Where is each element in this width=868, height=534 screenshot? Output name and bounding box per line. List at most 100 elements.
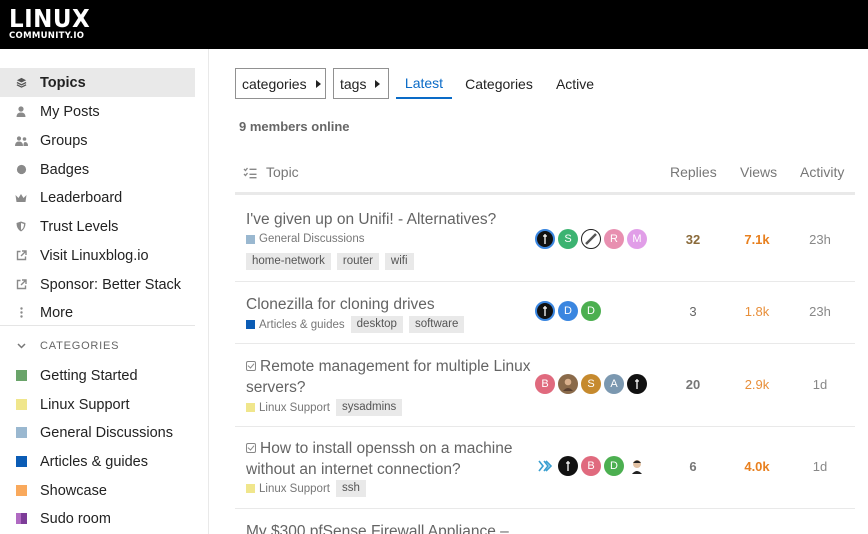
avatar[interactable]: S (558, 229, 578, 249)
sidebar-category-label: General Discussions (40, 424, 173, 441)
sidebar-item-badges[interactable]: Badges (0, 155, 195, 184)
sidebar-item-trust-levels[interactable]: Trust Levels (0, 212, 195, 241)
tag[interactable]: router (336, 253, 379, 270)
category-name[interactable]: Linux Support (259, 483, 330, 495)
users-icon (0, 135, 40, 146)
crown-icon (0, 193, 40, 203)
avatar[interactable] (558, 374, 578, 394)
tag[interactable]: sysadmins (335, 399, 403, 416)
header-activity[interactable]: Activity (800, 164, 844, 180)
tag[interactable]: software (408, 316, 465, 333)
topic-posters: B S A (535, 374, 650, 394)
topic-title[interactable]: Clonezilla for cloning drives (246, 294, 435, 315)
avatar[interactable]: S (581, 374, 601, 394)
bulk-select-icon[interactable] (243, 166, 257, 182)
categories-dropdown[interactable]: categories (235, 68, 326, 99)
sidebar-category-showcase[interactable]: Showcase (0, 476, 195, 505)
avatar[interactable] (558, 456, 578, 476)
sidebar-item-sponsor[interactable]: Sponsor: Better Stack (0, 270, 195, 299)
tag[interactable]: ssh (335, 480, 366, 497)
sidebar-category-label: Linux Support (40, 396, 130, 413)
topic-replies[interactable]: 20 (668, 377, 718, 392)
sidebar-category-label: Articles & guides (40, 453, 148, 470)
tag[interactable]: wifi (384, 253, 414, 270)
sidebar-category-general-discussions[interactable]: General Discussions (0, 418, 195, 447)
topic-views: 2.9k (744, 377, 770, 392)
topic-activity[interactable]: 1d (795, 377, 845, 392)
site-header: LINUX COMMUNITY.IO (0, 0, 868, 49)
avatar[interactable]: B (535, 374, 555, 394)
sidebar-divider (0, 325, 195, 326)
topic-activity[interactable]: 23h (795, 232, 845, 247)
categories-dropdown-label: categories (242, 75, 307, 92)
sidebar-item-label: Groups (40, 132, 88, 149)
categories-heading: CATEGORIES (40, 340, 120, 352)
header-topic[interactable]: Topic (266, 164, 299, 180)
category-swatch (246, 484, 255, 493)
tags-dropdown[interactable]: tags (333, 68, 389, 99)
topic-replies[interactable]: 32 (668, 232, 718, 247)
avatar[interactable] (535, 301, 555, 321)
topic-title[interactable]: I've given up on Unifi! - Alternatives? (246, 209, 496, 230)
avatar[interactable]: D (581, 301, 601, 321)
topic-replies[interactable]: 3 (668, 304, 718, 319)
sidebar-item-more[interactable]: More (0, 298, 195, 327)
site-logo[interactable]: LINUX COMMUNITY.IO (9, 6, 97, 41)
avatar[interactable] (581, 229, 601, 249)
solved-check-icon (246, 443, 256, 453)
external-link-icon (0, 250, 40, 261)
sidebar-category-getting-started[interactable]: Getting Started (0, 361, 195, 390)
solved-check-icon (246, 361, 256, 371)
category-name[interactable]: Articles & guides (259, 319, 345, 331)
category-name[interactable]: Linux Support (259, 402, 330, 414)
topic-views: 4.0k (744, 459, 770, 474)
sidebar-item-topics[interactable]: Topics (0, 68, 195, 97)
topic-title[interactable]: My $300 pfSense Firewall Appliance – (246, 521, 509, 534)
user-icon (0, 106, 40, 117)
tags-dropdown-label: tags (340, 75, 367, 92)
tag[interactable]: desktop (350, 316, 403, 333)
category-swatch (246, 320, 255, 329)
avatar[interactable]: M (627, 229, 647, 249)
topic-category[interactable]: General Discussions (246, 233, 364, 245)
sidebar-item-label: Badges (40, 161, 90, 178)
sidebar-category-sudo-room[interactable]: Sudo room (0, 504, 195, 533)
avatar[interactable]: R (604, 229, 624, 249)
tag[interactable]: home-network (246, 253, 331, 270)
avatar[interactable]: D (604, 456, 624, 476)
topic-replies[interactable]: 6 (668, 459, 718, 474)
header-views[interactable]: Views (740, 164, 777, 180)
avatar[interactable]: A (604, 374, 624, 394)
topic-activity[interactable]: 1d (795, 459, 845, 474)
topic-activity[interactable]: 23h (795, 304, 845, 319)
avatar[interactable] (627, 374, 647, 394)
tab-active[interactable]: Active (547, 68, 603, 99)
category-swatch (15, 370, 27, 381)
sidebar-item-groups[interactable]: Groups (0, 126, 195, 155)
tab-categories[interactable]: Categories (459, 68, 539, 99)
header-replies[interactable]: Replies (670, 164, 717, 180)
topic-title-wrapper[interactable]: How to install openssh on a machine with… (246, 438, 536, 480)
members-online: 9 members online (239, 119, 350, 134)
lock-category-swatch (0, 513, 40, 524)
ellipsis-vertical-icon (0, 307, 40, 318)
sidebar-category-articles-guides[interactable]: Articles & guides (0, 447, 195, 476)
sidebar-category-linux-support[interactable]: Linux Support (0, 390, 195, 419)
category-swatch (246, 234, 255, 244)
categories-section-toggle[interactable]: CATEGORIES (0, 338, 119, 354)
sidebar-item-leaderboard[interactable]: Leaderboard (0, 183, 195, 212)
sidebar-item-label: More (40, 304, 74, 321)
avatar[interactable] (627, 456, 647, 476)
sidebar-item-my-posts[interactable]: My Posts (0, 97, 195, 126)
sidebar-item-linuxblog[interactable]: Visit Linuxblog.io (0, 241, 195, 270)
avatar[interactable] (535, 456, 555, 476)
tab-latest[interactable]: Latest (396, 68, 452, 99)
avatar[interactable]: B (581, 456, 601, 476)
topic-posters: S R M (535, 229, 650, 249)
category-swatch (15, 427, 27, 438)
topic-title-wrapper[interactable]: Remote management for multiple Linux ser… (246, 356, 536, 398)
avatar[interactable] (535, 229, 555, 249)
avatar[interactable]: D (558, 301, 578, 321)
category-swatch (246, 403, 255, 412)
category-swatch (15, 513, 27, 524)
